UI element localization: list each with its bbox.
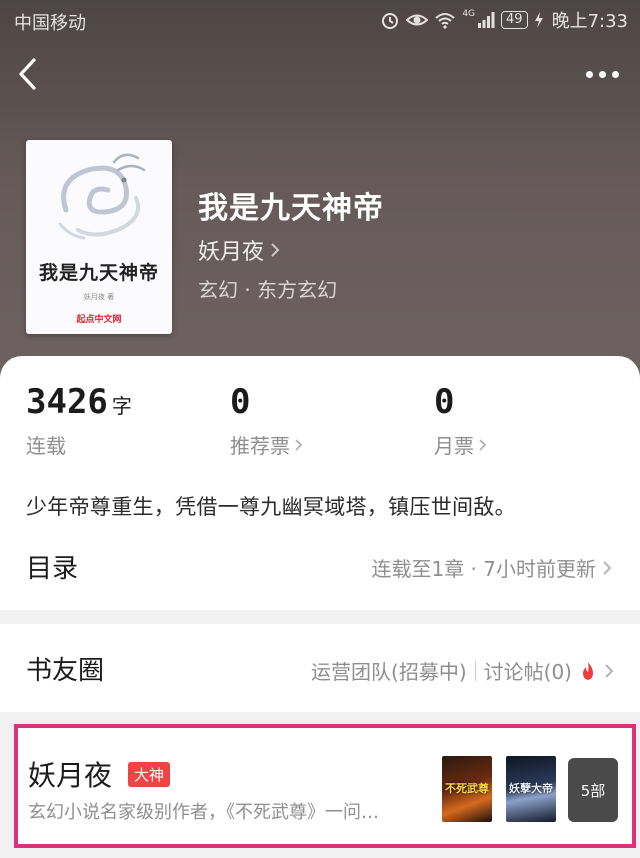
word-count-stat: 3426 字 连载 <box>26 382 132 459</box>
chevron-right-icon <box>271 243 280 257</box>
recommend-ticket-stat[interactable]: 0 推荐票 <box>230 382 303 459</box>
book-friends-circle[interactable]: 书友圈 运营团队(招募中) 讨论帖(0) <box>0 624 640 712</box>
dragon-illustration <box>58 153 146 240</box>
carrier-label: 中国移动 <box>14 13 86 34</box>
author-link[interactable]: 妖月夜 <box>198 234 280 266</box>
author-description: 玄幻小说名家级别作者，《不死武尊》一问… <box>28 802 379 823</box>
author-book-thumbnail[interactable]: 妖孽大帝 <box>506 756 556 822</box>
status-bar: 中国移动 4G 49 晚上7:33 <box>0 0 640 40</box>
update-info: 连载至1章 · 7小时前更新 <box>371 557 596 581</box>
author-book-thumbnail[interactable]: 不死武尊 <box>442 756 492 822</box>
forum-post-count[interactable]: 讨论帖(0) <box>484 656 572 685</box>
word-count-value: 3426 <box>26 382 108 422</box>
network-label: 4G <box>462 9 476 19</box>
book-synopsis[interactable]: 少年帝尊重生，凭借一尊九幽冥域塔，镇压世间敌。 <box>26 491 516 521</box>
chevron-right-icon <box>605 663 614 678</box>
book-genre: 玄幻 · 东方玄幻 <box>198 278 338 302</box>
more-options-button[interactable] <box>586 66 622 82</box>
recommend-ticket-label: 推荐票 <box>230 434 290 458</box>
circle-meta: 运营团队(招募中) 讨论帖(0) <box>311 656 614 685</box>
cover-author: 妖月夜 著 <box>83 293 115 301</box>
more-dot-icon <box>612 70 619 78</box>
back-button[interactable] <box>14 56 46 92</box>
cover-publisher-logo: 起点中文网 <box>76 315 122 325</box>
monthly-ticket-value: 0 <box>434 382 455 422</box>
monthly-ticket-stat[interactable]: 0 月票 <box>434 382 487 459</box>
eye-icon <box>406 14 429 26</box>
table-of-contents-link[interactable]: 连载至1章 · 7小时前更新 <box>371 553 612 582</box>
author-book-thumbnail-title: 不死武尊 <box>445 782 489 795</box>
wifi-icon <box>435 13 455 29</box>
fire-icon <box>583 661 593 680</box>
alarm-icon <box>382 13 399 29</box>
author-book-thumbnail-title: 妖孽大帝 <box>509 782 553 795</box>
book-title: 我是九天神帝 <box>198 191 384 226</box>
chevron-right-icon <box>603 560 612 575</box>
serial-status-label: 连载 <box>26 434 66 458</box>
more-dot-icon <box>586 70 593 78</box>
author-card-name: 妖月夜 <box>28 759 113 792</box>
status-icons: 4G 49 晚上7:33 <box>380 7 628 33</box>
battery-level: 49 <box>501 11 528 29</box>
chevron-right-icon <box>295 438 303 451</box>
charging-icon <box>534 12 543 28</box>
signal-icon <box>478 12 495 28</box>
table-of-contents-title[interactable]: 目录 <box>26 548 78 585</box>
book-detail-page: 中国移动 4G 49 晚上7:33 我是九天神帝 妖月夜 著 起点中文网 我是九… <box>0 0 640 858</box>
author-level-badge: 大神 <box>128 762 171 787</box>
book-info-card: 3426 字 连载 0 推荐票 0 月票 少年帝尊重生，凭借一尊九幽冥域塔，镇压世… <box>0 356 640 610</box>
book-cover[interactable]: 我是九天神帝 妖月夜 著 起点中文网 <box>26 140 172 334</box>
operation-team-label[interactable]: 运营团队(招募中) <box>311 656 467 685</box>
book-friends-title: 书友圈 <box>26 656 105 686</box>
recommend-ticket-value: 0 <box>230 382 251 422</box>
divider <box>474 660 476 681</box>
clock: 晚上7:33 <box>551 11 628 32</box>
monthly-ticket-label: 月票 <box>434 434 474 458</box>
back-arrow-icon <box>19 58 36 90</box>
cover-title: 我是九天神帝 <box>38 262 159 284</box>
word-count-unit: 字 <box>111 394 132 418</box>
author-books-count-button[interactable]: 5部 <box>568 758 618 822</box>
book-header: 中国移动 4G 49 晚上7:33 我是九天神帝 妖月夜 著 起点中文网 我是九… <box>0 0 640 400</box>
author-card[interactable]: 妖月夜 大神 玄幻小说名家级别作者，《不死武尊》一问… 不死武尊 妖孽大帝 5部 <box>14 724 636 848</box>
chevron-right-icon <box>479 438 487 451</box>
more-dot-icon <box>599 70 606 78</box>
author-name: 妖月夜 <box>198 240 265 265</box>
